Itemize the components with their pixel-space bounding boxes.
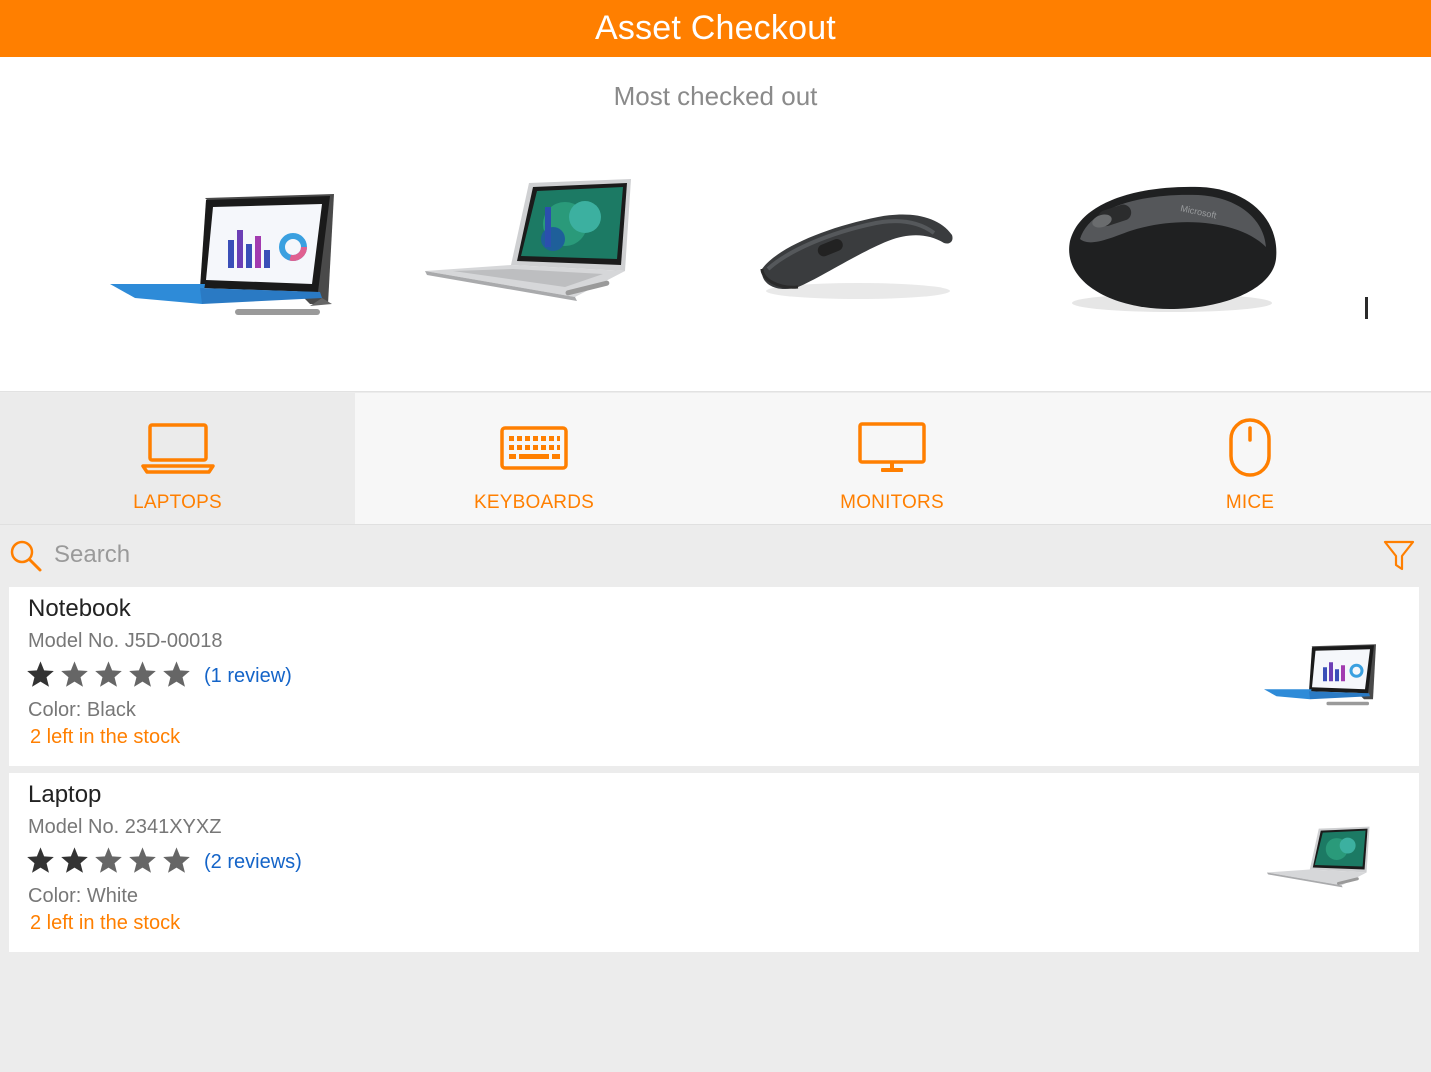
star-icon (26, 660, 55, 693)
tab-mice[interactable]: MICE (1071, 393, 1429, 524)
carousel-item-surface-book[interactable] (425, 179, 650, 314)
item-thumbnail (1264, 637, 1379, 722)
list-item[interactable]: Notebook Model No. J5D-00018 (1 review) … (9, 587, 1419, 766)
tab-keyboards[interactable]: KEYBOARDS (355, 393, 713, 524)
category-tabs: LAPTOPS KEYBOARDS MONITORS MICE (0, 393, 1431, 525)
list-item[interactable]: Laptop Model No. 2341XYXZ (2 reviews) Co… (9, 773, 1419, 952)
stock-status: 2 left in the stock (30, 912, 181, 934)
star-icon (26, 846, 55, 879)
star-icon (94, 660, 123, 693)
star-rating: (2 reviews) (26, 846, 302, 879)
tab-label: KEYBOARDS (473, 492, 595, 513)
stock-status: 2 left in the stock (30, 726, 181, 748)
item-color: Color: White (28, 885, 139, 907)
star-icon (128, 660, 157, 693)
reviews-link[interactable]: (1 review) (204, 665, 292, 688)
star-icon (94, 846, 123, 879)
laptop-icon (140, 415, 215, 481)
tab-label: LAPTOPS (133, 492, 222, 513)
star-icon (162, 846, 191, 879)
star-icon (60, 846, 89, 879)
star-icon (162, 660, 191, 693)
tab-label: MICE (1225, 492, 1275, 513)
filter-icon[interactable] (1382, 539, 1416, 578)
app-title: Asset Checkout (595, 9, 836, 47)
mouse-icon (1228, 415, 1272, 481)
tab-laptops[interactable]: LAPTOPS (0, 393, 355, 524)
tab-label: MONITORS (840, 492, 944, 513)
keyboard-icon (500, 415, 568, 481)
carousel-item-arc-touch-mouse[interactable] (758, 207, 958, 307)
item-color: Color: Black (28, 699, 136, 721)
app-header: Asset Checkout (0, 0, 1431, 57)
asset-list: Notebook Model No. J5D-00018 (1 review) … (9, 587, 1419, 959)
item-name: Laptop (28, 781, 102, 808)
item-name: Notebook (28, 595, 131, 622)
search-input[interactable] (54, 538, 1354, 572)
tab-monitors[interactable]: MONITORS (713, 393, 1071, 524)
carousel-item-wireless-mouse[interactable]: Microsoft (1060, 181, 1285, 321)
item-model-number: Model No. 2341XYXZ (28, 816, 222, 838)
search-bar (0, 526, 1431, 586)
carousel-item-partial[interactable] (1364, 297, 1370, 326)
most-checked-out-section: Most checked out Microsoft (0, 57, 1431, 392)
reviews-link[interactable]: (2 reviews) (204, 851, 302, 874)
monitor-icon (857, 415, 927, 481)
star-icon (60, 660, 89, 693)
item-model-number: Model No. J5D-00018 (28, 630, 223, 652)
carousel-item-surface-pro[interactable] (110, 192, 340, 332)
search-icon (9, 539, 43, 578)
item-thumbnail (1267, 825, 1379, 898)
star-icon (128, 846, 157, 879)
section-title: Most checked out (613, 81, 818, 111)
star-rating: (1 review) (26, 660, 292, 693)
